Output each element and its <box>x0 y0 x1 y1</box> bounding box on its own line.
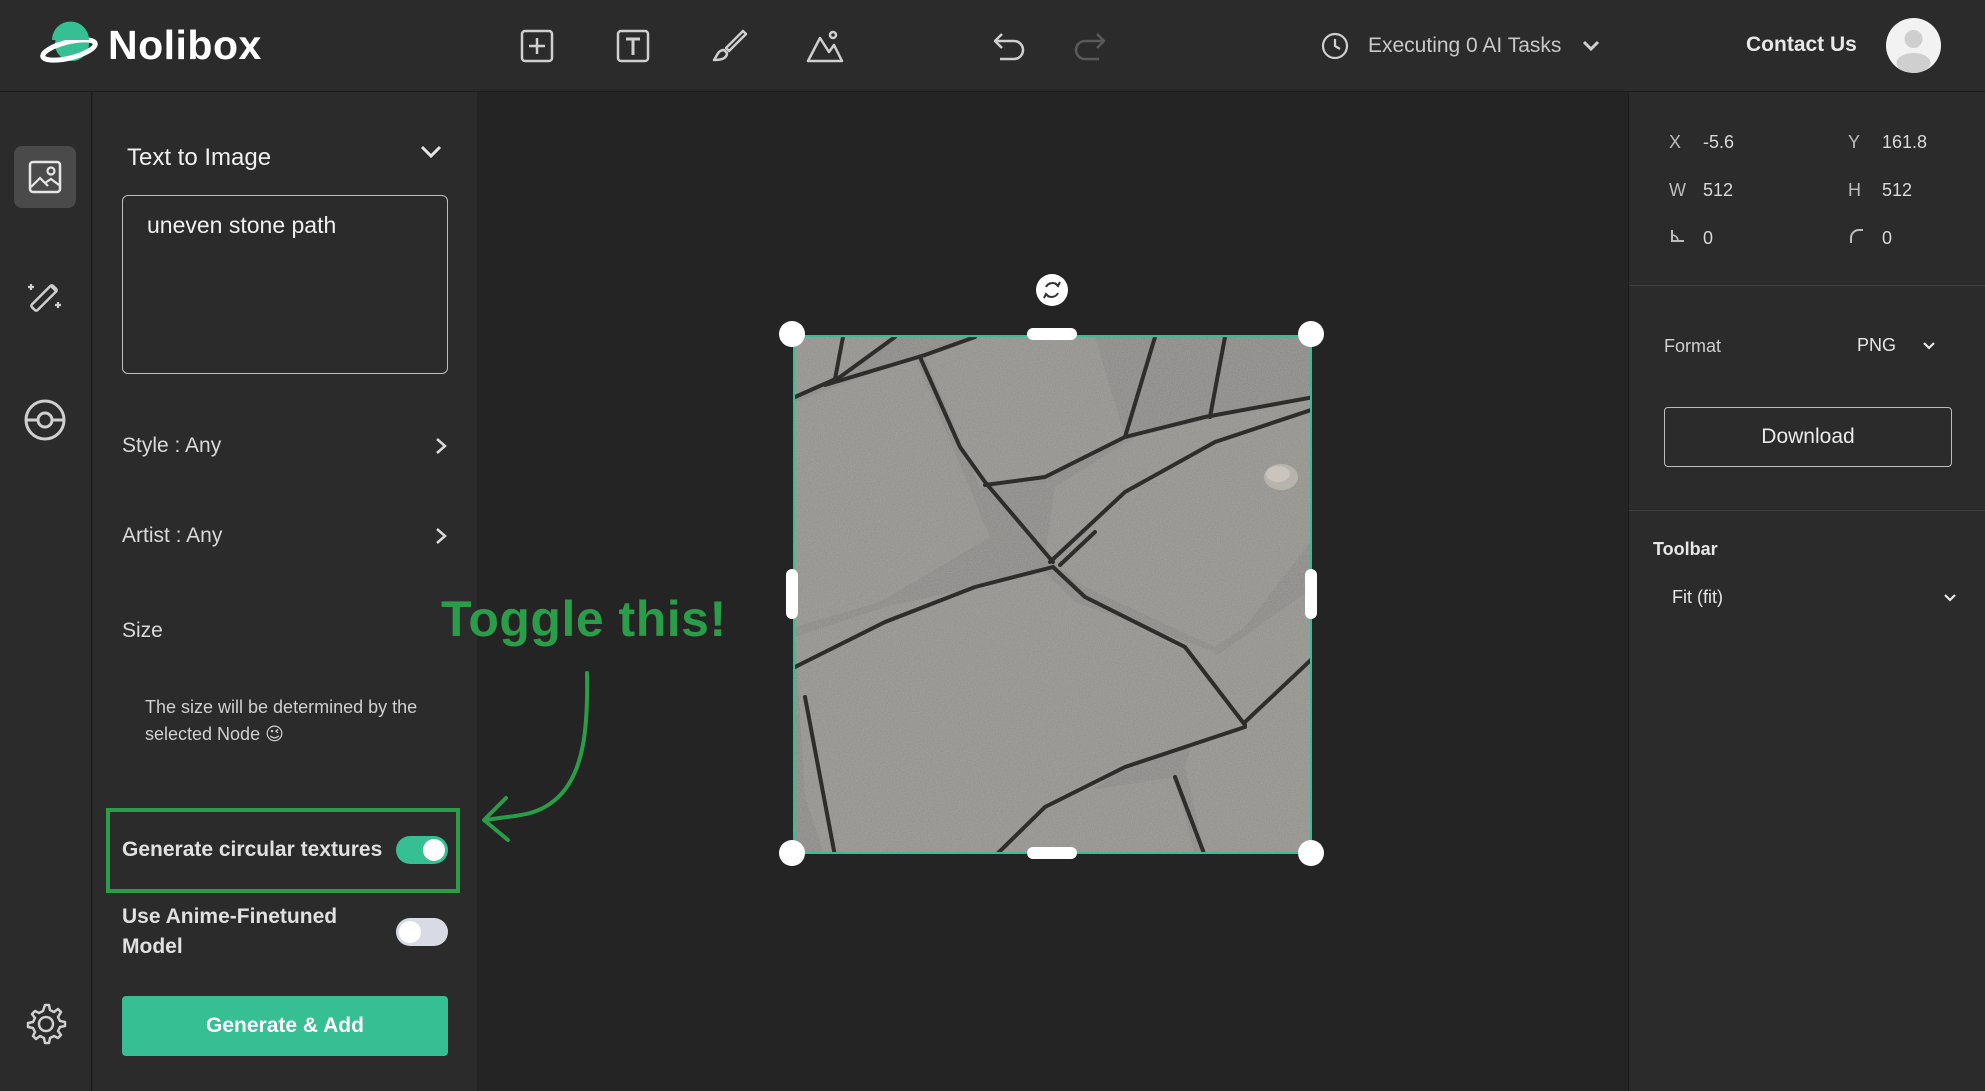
user-avatar[interactable] <box>1886 18 1941 73</box>
user-icon <box>1896 30 1931 73</box>
chevron-down-icon <box>1583 40 1600 52</box>
divider <box>1629 510 1985 511</box>
top-bar: Nolibox Executing 0 AI Tasks Contact Us <box>0 0 1985 92</box>
app-name: Nolibox <box>108 21 262 68</box>
format-label: Format <box>1664 336 1722 356</box>
prop-x-key: X <box>1669 132 1682 152</box>
add-frame-button[interactable] <box>515 24 559 68</box>
fit-value: Fit (fit) <box>1672 587 1723 607</box>
prop-radius-value: 0 <box>1882 228 1893 248</box>
prop-h[interactable]: H 512 <box>1848 180 1912 201</box>
prop-skew[interactable]: 0 <box>1669 228 1713 249</box>
annotation-highlight-box <box>106 808 460 893</box>
prop-w[interactable]: W 512 <box>1669 180 1733 201</box>
format-value: PNG <box>1857 335 1897 355</box>
add-image-button[interactable] <box>803 24 847 68</box>
style-selector[interactable]: Style : Any <box>122 434 448 458</box>
mode-dropdown-toggle[interactable] <box>419 142 443 165</box>
redo-button[interactable] <box>1067 24 1111 68</box>
prop-w-value: 512 <box>1703 180 1734 200</box>
size-label: Size <box>122 619 163 642</box>
resize-handle-bottom-right[interactable] <box>1298 840 1324 866</box>
icon-rail <box>0 92 92 1091</box>
properties-panel: X -5.6 Y 161.8 W 512 H 512 0 0 Format PN… <box>1628 92 1985 1091</box>
generate-add-button[interactable]: Generate & Add <box>122 996 448 1056</box>
prop-x-value: -5.6 <box>1703 132 1735 152</box>
brush-icon <box>712 29 748 62</box>
contact-us-link[interactable]: Contact Us <box>1746 33 1857 57</box>
pokeball-icon <box>24 399 66 441</box>
ai-tasks-dropdown[interactable]: Executing 0 AI Tasks <box>1320 26 1601 66</box>
prop-y-key: Y <box>1848 132 1861 152</box>
resize-handle-left[interactable] <box>786 569 798 619</box>
prop-w-key: W <box>1669 180 1686 200</box>
image-icon <box>28 160 62 194</box>
chevron-down-icon <box>1944 593 1956 602</box>
chevron-down-icon <box>1923 341 1935 350</box>
prop-y[interactable]: Y 161.8 <box>1848 132 1927 153</box>
undo-icon <box>993 33 1025 61</box>
chevron-down-icon <box>420 145 442 159</box>
add-square-icon <box>520 29 554 63</box>
prop-h-key: H <box>1848 180 1861 200</box>
toolbar-label: Toolbar <box>1653 539 1718 559</box>
add-text-button[interactable] <box>611 24 655 68</box>
resize-handle-top[interactable] <box>1027 328 1077 340</box>
rotate-handle[interactable] <box>1036 274 1068 306</box>
rail-magic-wand[interactable] <box>14 267 76 329</box>
download-button[interactable]: Download <box>1664 407 1952 467</box>
resize-handle-bottom-left[interactable] <box>779 840 805 866</box>
canvas-stone-image[interactable] <box>793 335 1312 854</box>
planet-logo-icon <box>40 20 98 70</box>
rail-settings[interactable] <box>14 992 76 1054</box>
prop-y-value: 161.8 <box>1882 132 1928 152</box>
size-note: The size will be determined by the selec… <box>145 697 418 744</box>
resize-handle-top-right[interactable] <box>1298 321 1324 347</box>
rotate-icon <box>1043 281 1061 299</box>
anime-model-toggle[interactable] <box>396 918 448 946</box>
prop-h-value: 512 <box>1882 180 1913 200</box>
chevron-right-icon <box>436 528 447 544</box>
text-to-image-panel: Text to Image uneven stone path Style : … <box>93 92 477 1091</box>
artist-label: Artist : Any <box>122 524 223 547</box>
format-select[interactable]: PNG <box>1857 335 1936 356</box>
artist-selector[interactable]: Artist : Any <box>122 524 448 548</box>
stone-path-texture <box>795 337 1310 852</box>
divider <box>1629 285 1985 286</box>
magic-wand-icon <box>28 284 61 312</box>
corner-radius-icon <box>1848 228 1882 249</box>
undo-button[interactable] <box>988 24 1032 68</box>
prop-radius[interactable]: 0 <box>1848 228 1892 249</box>
anime-model-label: Use Anime-Finetuned Model <box>122 905 338 958</box>
prop-x[interactable]: X -5.6 <box>1669 132 1734 153</box>
brush-button[interactable] <box>707 24 751 68</box>
toggle-knob <box>399 921 421 943</box>
rail-text-to-image[interactable] <box>14 146 76 208</box>
resize-handle-right[interactable] <box>1305 569 1317 619</box>
fit-select[interactable]: Fit (fit) <box>1672 587 1957 608</box>
clock-icon <box>1321 32 1349 60</box>
anime-model-row: Use Anime-Finetuned Model <box>122 902 448 962</box>
app-logo[interactable]: Nolibox <box>40 20 262 70</box>
ai-tasks-label: Executing 0 AI Tasks <box>1368 34 1562 57</box>
prop-skew-value: 0 <box>1703 228 1714 248</box>
redo-icon <box>1074 33 1106 61</box>
prompt-input[interactable]: uneven stone path <box>122 195 448 374</box>
annotation-text: Toggle this! <box>441 591 727 647</box>
rail-plugins[interactable] <box>14 389 76 451</box>
annotation-arrow-icon <box>482 671 590 842</box>
resize-handle-top-left[interactable] <box>779 321 805 347</box>
gear-icon <box>26 1003 67 1045</box>
mode-title: Text to Image <box>127 144 272 171</box>
chevron-right-icon <box>436 438 447 454</box>
style-label: Style : Any <box>122 434 222 457</box>
mountain-image-icon <box>806 30 844 63</box>
resize-handle-bottom[interactable] <box>1027 847 1077 859</box>
skew-angle-icon <box>1669 228 1703 249</box>
text-icon <box>616 29 650 63</box>
